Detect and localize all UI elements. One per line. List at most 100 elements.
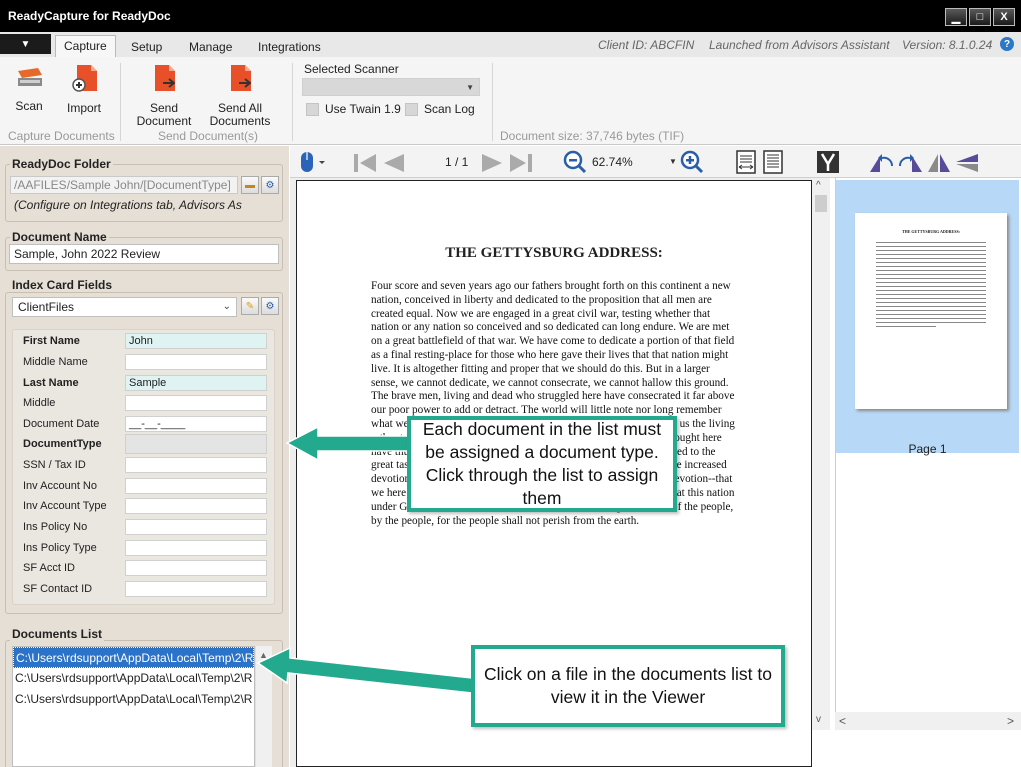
middle-name-label: Middle Name	[23, 356, 88, 368]
document-title: THE GETTYSBURG ADDRESS:	[445, 245, 663, 261]
zoom-level[interactable]: 62.74%	[592, 155, 633, 169]
minimize-button[interactable]: ▁	[945, 8, 967, 26]
folder-browse-button[interactable]: ▬	[241, 176, 259, 194]
document-name-legend: Document Name	[10, 230, 109, 244]
middle-label: Middle	[23, 397, 56, 409]
send-documents-group-label: Send Document(s)	[158, 129, 259, 143]
send-all-documents-button[interactable]: Send All Documents	[208, 63, 272, 128]
fit-width-button[interactable]	[735, 150, 757, 177]
scan-button[interactable]: Scan	[8, 67, 50, 113]
middle-name-input[interactable]	[125, 354, 267, 370]
list-item[interactable]: C:\Users\rdsupport\AppData\Local\Temp\2\…	[13, 668, 254, 689]
documents-list-scrollbar[interactable]: ▲	[256, 646, 272, 767]
chevron-down-icon[interactable]: ▼	[669, 157, 677, 166]
inv-account-no-input[interactable]	[125, 478, 267, 494]
ssn-tax-id-input[interactable]	[125, 457, 267, 473]
thumbnail-label: Page 1	[908, 442, 947, 456]
document-type-label: DocumentType	[23, 438, 102, 450]
next-page-icon	[480, 152, 506, 177]
last-name-input[interactable]: Sample	[125, 375, 267, 391]
invert-icon	[816, 150, 840, 177]
viewer-toolbar: 1 / 1 62.74% ▼	[290, 146, 1021, 178]
rotate-left-button[interactable]	[868, 152, 894, 177]
folder-note: (Configure on Integrations tab, Advisors…	[14, 198, 242, 212]
chevron-up-icon[interactable]: ▲	[259, 650, 268, 660]
import-icon	[62, 63, 106, 96]
first-page-button[interactable]	[352, 152, 378, 177]
list-item[interactable]: C:\Users\rdsupport\AppData\Local\Temp\2\…	[13, 647, 254, 668]
previous-page-button[interactable]	[380, 152, 406, 177]
fit-page-button[interactable]	[762, 150, 784, 177]
middle-input[interactable]	[125, 395, 267, 411]
ins-policy-type-label: Ins Policy Type	[23, 542, 97, 554]
tab-integrations[interactable]: Integrations	[250, 37, 329, 57]
viewer-scrollbar[interactable]: ^ v	[812, 178, 830, 730]
sf-contact-id-input[interactable]	[125, 581, 267, 597]
zoom-in-button[interactable]	[680, 150, 704, 177]
index-edit-button[interactable]: ✎	[241, 297, 259, 315]
rotate-right-button[interactable]	[898, 152, 924, 177]
invert-button[interactable]	[816, 150, 840, 177]
thumbnail-scrollbar[interactable]: < >	[835, 712, 1021, 730]
list-item[interactable]: C:\Users\rdsupport\AppData\Local\Temp\2\…	[13, 689, 254, 710]
flip-vertical-icon	[954, 152, 980, 177]
first-name-input[interactable]: John	[125, 333, 267, 349]
chevron-down-icon[interactable]: v	[816, 714, 821, 725]
ribbon-separator	[120, 63, 121, 141]
fit-page-icon	[762, 150, 784, 177]
flip-vertical-button[interactable]	[954, 152, 980, 177]
chevron-right-icon[interactable]: >	[1007, 714, 1014, 728]
tab-setup[interactable]: Setup	[123, 37, 170, 57]
scan-log-checkbox[interactable]: Scan Log	[405, 102, 475, 116]
tab-row: ▼ Capture Setup Manage Integrations Clie…	[0, 32, 1021, 57]
sf-contact-id-label: SF Contact ID	[23, 583, 93, 595]
scroll-thumb[interactable]	[815, 195, 827, 212]
document-size-label: Document size: 37,746 bytes (TIF)	[500, 129, 685, 143]
index-card-select[interactable]: ClientFiles ⌄	[12, 297, 237, 317]
documents-list[interactable]: C:\Users\rdsupport\AppData\Local\Temp\2\…	[12, 646, 255, 767]
import-button[interactable]: Import	[62, 63, 106, 115]
next-page-button[interactable]	[480, 152, 506, 177]
scan-label: Scan	[15, 99, 43, 113]
last-page-button[interactable]	[508, 152, 534, 177]
index-settings-button[interactable]: ⚙	[261, 297, 279, 315]
use-twain-checkbox[interactable]: Use Twain 1.9	[306, 102, 401, 116]
gear-icon: ⚙	[265, 300, 275, 312]
tab-manage[interactable]: Manage	[181, 37, 240, 57]
zoom-out-button[interactable]	[563, 150, 587, 177]
ins-policy-no-input[interactable]	[125, 519, 267, 535]
page-number[interactable]: 1 / 1	[445, 155, 468, 169]
document-name-input[interactable]: Sample, John 2022 Review	[9, 244, 279, 264]
send-document-icon	[134, 63, 194, 96]
scanner-select[interactable]: ▼	[302, 78, 480, 96]
window-title: ReadyCapture for ReadyDoc	[8, 9, 171, 23]
fit-width-icon	[735, 150, 757, 177]
mouse-mode-button[interactable]	[298, 150, 326, 177]
folder-settings-button[interactable]: ⚙	[261, 176, 279, 194]
folder-path-field[interactable]: /AAFILES/Sample John/[DocumentType]	[10, 176, 238, 194]
sf-acct-id-input[interactable]	[125, 560, 267, 576]
send-document-button[interactable]: Send Document	[134, 63, 194, 128]
document-type-input[interactable]	[125, 434, 267, 454]
app-menu-button[interactable]: ▼	[0, 34, 51, 54]
document-date-input[interactable]: __-__-____	[125, 416, 267, 432]
inv-account-type-input[interactable]	[125, 498, 267, 514]
doctype-callout: Each document in the list must be assign…	[407, 416, 677, 512]
chevron-down-icon: ▼	[466, 83, 474, 92]
send-document-label-2: Document	[136, 114, 192, 128]
gear-icon: ⚙	[265, 179, 275, 191]
chevron-left-icon[interactable]: <	[839, 714, 846, 728]
flip-button[interactable]	[926, 152, 952, 177]
help-icon[interactable]: ?	[1000, 37, 1014, 51]
chevron-up-icon[interactable]: ^	[816, 180, 821, 191]
close-button[interactable]: X	[993, 8, 1015, 26]
readydoc-folder-legend: ReadyDoc Folder	[10, 157, 113, 171]
ins-policy-no-label: Ins Policy No	[23, 521, 88, 533]
maximize-button[interactable]: □	[969, 8, 991, 26]
tab-capture[interactable]: Capture	[55, 35, 116, 57]
last-page-icon	[508, 152, 534, 177]
last-name-label: Last Name	[23, 377, 79, 389]
inv-account-type-label: Inv Account Type	[23, 500, 107, 512]
ins-policy-type-input[interactable]	[125, 540, 267, 556]
page-thumbnail[interactable]: THE GETTYSBURG ADDRESS: Page 1	[836, 180, 1019, 456]
